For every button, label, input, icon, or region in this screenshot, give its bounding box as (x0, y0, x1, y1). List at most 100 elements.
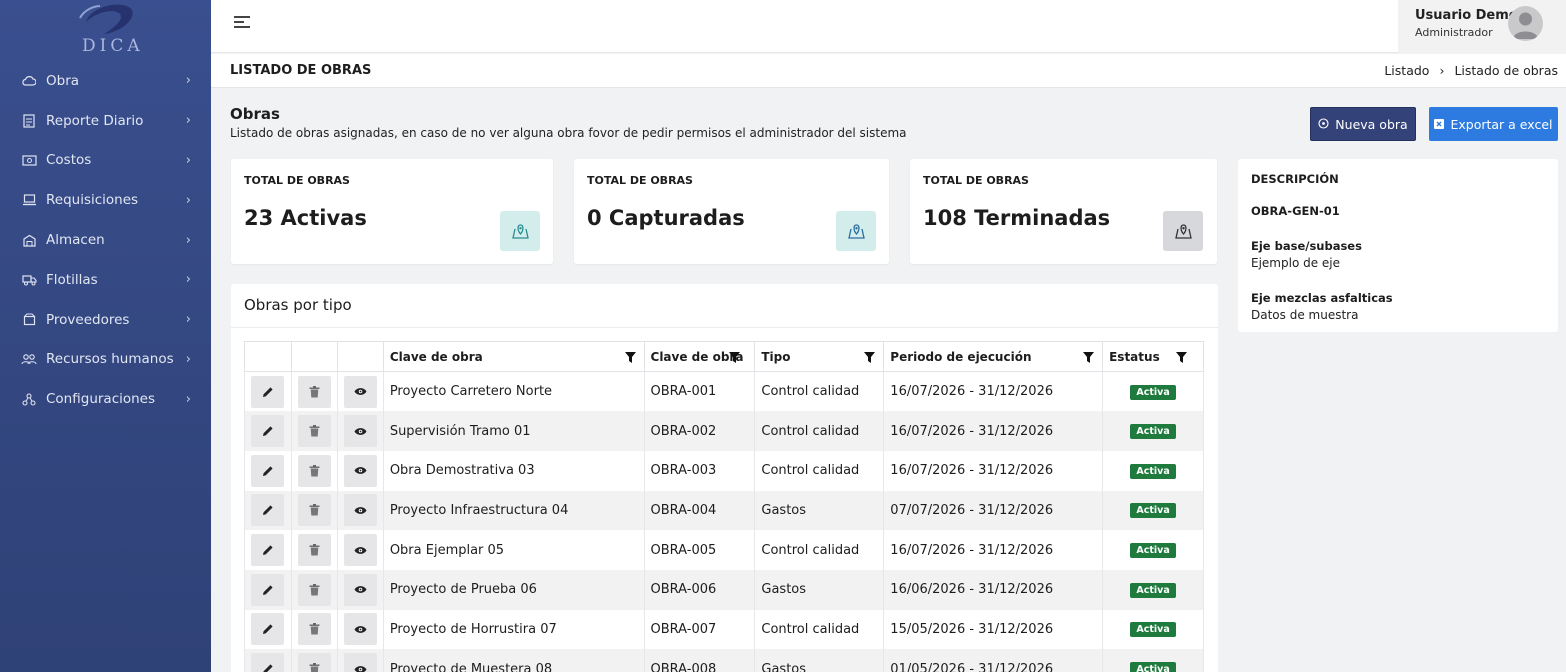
header-estatus[interactable]: Estatus (1102, 341, 1204, 372)
header-tipo[interactable]: Tipo (754, 341, 885, 372)
filter-icon[interactable] (729, 352, 741, 363)
sidebar-nav: Obra › Reporte Diario › Costos › Requisi… (0, 61, 211, 419)
delete-button[interactable] (297, 613, 331, 646)
cell-tipo: Control calidad (754, 411, 885, 451)
table-header-row: Clave de obra Clave de obra Tipo Periodo… (244, 341, 1204, 372)
people-icon (21, 352, 37, 366)
view-button[interactable] (343, 494, 377, 527)
filter-icon[interactable] (1176, 352, 1187, 363)
cell-tipo: Gastos (754, 649, 885, 672)
user-name: Usuario Demo (1415, 8, 1518, 23)
sidebar-item-proveedores[interactable]: Proveedores › (0, 300, 211, 340)
sidebar-item-recursos-humanos[interactable]: Recursos humanos › (0, 340, 211, 380)
cloud-icon (21, 74, 37, 88)
cell-nombre: Proyecto de Muestera 08 (382, 649, 645, 672)
edit-button[interactable] (251, 454, 285, 487)
cell-clave: OBRA-008 (643, 649, 756, 672)
header-edit (244, 341, 292, 372)
view-button[interactable] (343, 534, 377, 567)
cell-clave: OBRA-006 (643, 569, 756, 610)
chevron-right-icon: › (185, 152, 191, 168)
chevron-right-icon: › (185, 192, 191, 208)
edit-button[interactable] (251, 613, 285, 646)
pencil-icon (262, 505, 273, 516)
delete-button[interactable] (297, 534, 331, 567)
sidebar-item-requisiciones[interactable]: Requisiciones › (0, 180, 211, 220)
delete-button[interactable] (297, 494, 331, 527)
cell-nombre: Obra Ejemplar 05 (382, 530, 645, 570)
stat-value: 23 Activas (244, 206, 367, 230)
stat-label: TOTAL DE OBRAS (244, 174, 350, 187)
new-obra-button[interactable]: Nueva obra (1310, 107, 1416, 141)
cell-periodo: 15/05/2026 - 31/12/2026 (883, 609, 1104, 650)
cell-nombre: Obra Demostrativa 03 (382, 450, 645, 491)
delete-button[interactable] (297, 573, 331, 606)
sidebar-item-costos[interactable]: Costos › (0, 141, 211, 181)
status-badge: Activa (1130, 503, 1176, 519)
sidebar-item-label: Reporte Diario (46, 112, 144, 129)
header-clave[interactable]: Clave de obra (643, 341, 756, 372)
view-button[interactable] (343, 613, 377, 646)
cell-tipo: Control calidad (754, 609, 885, 650)
trash-icon (309, 425, 320, 437)
view-button[interactable] (343, 573, 377, 606)
delete-button[interactable] (297, 454, 331, 487)
trash-icon (309, 583, 320, 596)
status-badge: Activa (1130, 424, 1176, 440)
table-row: Obra Ejemplar 05 OBRA-005 Control calida… (244, 530, 1204, 570)
avatar[interactable] (1508, 6, 1543, 41)
obras-table-card: Obras por tipo Clave de obra Clave de ob… (231, 284, 1218, 672)
breadcrumb-item-listado[interactable]: Listado (1384, 63, 1429, 78)
edit-button[interactable] (251, 415, 285, 448)
view-button[interactable] (343, 454, 377, 487)
sidebar-item-flotillas[interactable]: Flotillas › (0, 260, 211, 300)
header-nombre[interactable]: Clave de obra (382, 341, 645, 372)
sidebar-item-reporte-diario[interactable]: Reporte Diario › (0, 101, 211, 141)
cell-nombre: Supervisión Tramo 01 (382, 411, 645, 451)
edit-button[interactable] (251, 573, 285, 606)
trash-icon (309, 464, 320, 477)
table-row: Obra Demostrativa 03 OBRA-003 Control ca… (244, 450, 1204, 491)
edit-button[interactable] (251, 534, 285, 567)
filter-icon[interactable] (624, 352, 636, 363)
header-periodo[interactable]: Periodo de ejecución (883, 341, 1104, 372)
eye-icon (354, 427, 367, 435)
sidebar-item-label: Almacen (46, 232, 105, 249)
stat-label: TOTAL DE OBRAS (587, 174, 693, 187)
view-button[interactable] (343, 415, 377, 448)
new-obra-label: Nueva obra (1335, 116, 1408, 132)
filter-icon[interactable] (1083, 352, 1095, 363)
money-icon (21, 153, 37, 167)
eje-base-label: Eje base/subases (1251, 239, 1362, 253)
cell-clave: OBRA-002 (643, 411, 756, 451)
eye-icon (354, 467, 367, 475)
edit-button[interactable] (251, 375, 285, 408)
delete-button[interactable] (297, 415, 331, 448)
view-button[interactable] (343, 653, 377, 672)
sidebar-item-almacen[interactable]: Almacen › (0, 220, 211, 260)
cell-tipo: Gastos (754, 490, 885, 531)
cell-periodo: 16/07/2026 - 31/12/2026 (883, 450, 1104, 491)
edit-button[interactable] (251, 494, 285, 527)
truck-icon (21, 273, 37, 287)
trash-icon (309, 623, 320, 635)
sidebar-item-label: Proveedores (46, 311, 130, 328)
header-delete (290, 341, 338, 372)
breadcrumb-item-current: Listado de obras (1454, 63, 1558, 78)
export-excel-button[interactable]: Exportar a excel (1429, 107, 1558, 141)
cell-nombre: Proyecto de Horrustira 07 (382, 609, 645, 650)
delete-button[interactable] (297, 653, 331, 672)
sidebar-item-configuraciones[interactable]: Configuraciones › (0, 379, 211, 419)
document-icon (21, 114, 37, 128)
map-pin-icon (1163, 211, 1203, 251)
view-button[interactable] (343, 375, 377, 408)
filter-icon[interactable] (864, 352, 876, 363)
user-menu[interactable]: Usuario Demo Administrador (1398, 0, 1566, 53)
delete-button[interactable] (297, 375, 331, 408)
chevron-right-icon: › (185, 351, 191, 367)
sidebar-item-obra[interactable]: Obra › (0, 61, 211, 101)
network-icon (21, 392, 37, 406)
edit-button[interactable] (251, 653, 285, 672)
menu-toggle-icon[interactable] (234, 16, 252, 30)
map-pin-icon (836, 211, 876, 251)
